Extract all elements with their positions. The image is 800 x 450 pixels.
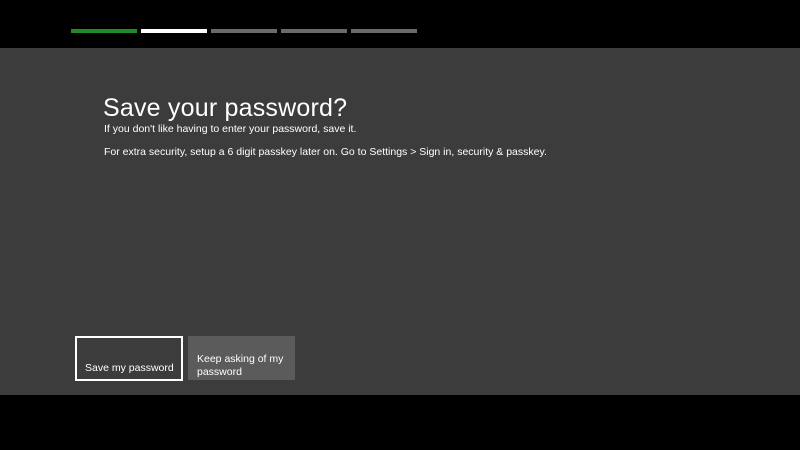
keep-asking-button[interactable]: Keep asking of my password — [188, 336, 295, 380]
keep-asking-button-label: Keep asking of my password — [197, 353, 284, 378]
progress-step-1 — [71, 29, 137, 33]
setup-screen: Save your password? If you don't like ha… — [0, 0, 800, 450]
progress-step-4 — [281, 29, 347, 33]
dialog-panel: Save your password? If you don't like ha… — [0, 48, 800, 395]
dialog-description-save: If you don't like having to enter your p… — [104, 123, 357, 135]
footer-bar — [0, 395, 800, 450]
progress-step-5 — [351, 29, 417, 33]
save-password-button-label: Save my password — [85, 362, 174, 374]
progress-step-3 — [211, 29, 277, 33]
dialog-title: Save your password? — [103, 94, 348, 122]
progress-step-2 — [141, 29, 207, 33]
setup-progress-bar — [71, 29, 417, 34]
save-password-button[interactable]: Save my password — [75, 336, 183, 381]
dialog-description-passkey: For extra security, setup a 6 digit pass… — [104, 146, 547, 158]
